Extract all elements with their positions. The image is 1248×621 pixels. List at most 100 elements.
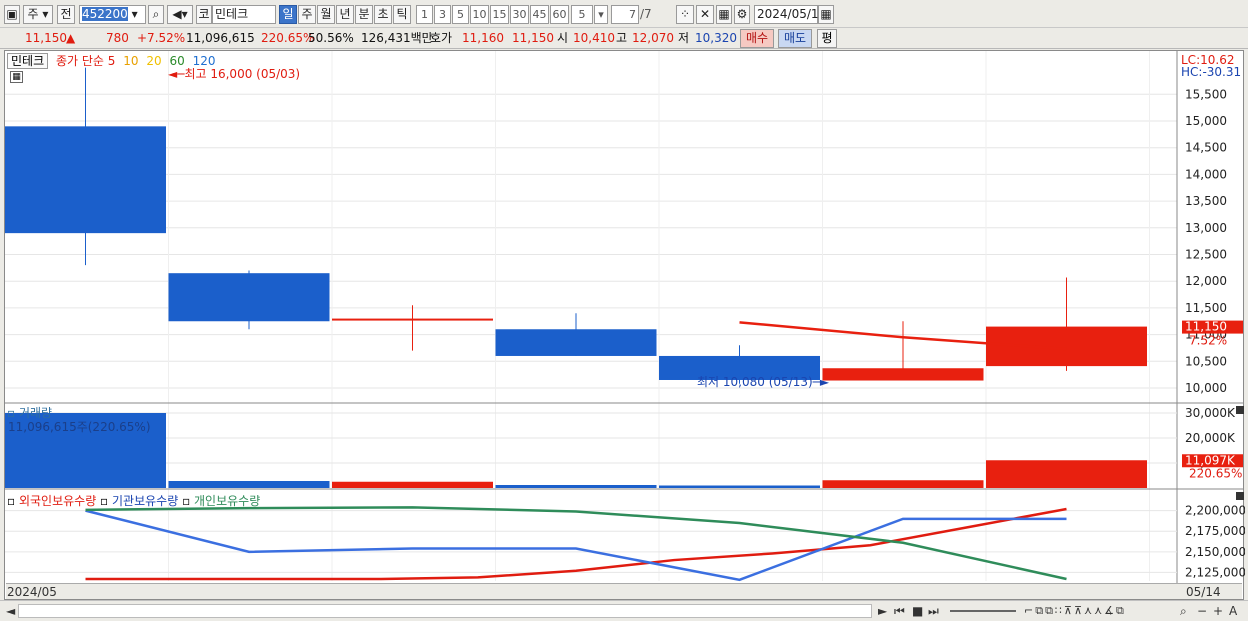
volume-bar[interactable] xyxy=(495,485,657,488)
zoom-search-icon[interactable]: ⌕ xyxy=(1180,604,1187,619)
page-field[interactable]: 7 xyxy=(611,5,639,24)
volume-bar[interactable] xyxy=(168,481,330,488)
drawing-tools-icon[interactable]: ⌐⧉⧉∷⊼⊼⋏⋏∡⧉ xyxy=(1024,604,1126,618)
stock-name-field[interactable]: 민테크 xyxy=(212,5,276,24)
zoom-out-icon[interactable]: − xyxy=(1197,604,1207,618)
window-icon[interactable]: ▣ xyxy=(4,5,20,24)
hc-label: HC:-30.31 xyxy=(1181,65,1242,79)
high-annotation: ◄─최고 16,000 (05/03) xyxy=(168,67,301,81)
turnover: 50.56% xyxy=(308,31,354,45)
count-field[interactable]: 5 xyxy=(571,5,593,24)
price-tick-label: 14,000 xyxy=(1185,167,1227,181)
minute-5[interactable]: 5 xyxy=(452,5,469,24)
minute-10[interactable]: 10 xyxy=(470,5,489,24)
table-icon[interactable]: ▦ xyxy=(10,71,23,83)
period-4[interactable]: 분 xyxy=(355,5,373,24)
current-price: 11,150 xyxy=(25,31,67,45)
candle-body[interactable] xyxy=(822,368,984,381)
price-tick-label: 12,500 xyxy=(1185,248,1227,262)
price-tick-label: 12,000 xyxy=(1185,274,1227,288)
date-field[interactable]: 2024/05/14 xyxy=(754,5,826,24)
period-5[interactable]: 초 xyxy=(374,5,392,24)
zoom-slider[interactable] xyxy=(950,610,1016,612)
x-axis-end: 05/14 xyxy=(1186,585,1221,599)
candle-body[interactable] xyxy=(332,318,493,321)
search-icon[interactable]: ⌕ xyxy=(148,5,164,24)
volume-detail: 11,096,615주(220.65%) xyxy=(8,420,151,434)
price-tick-label: 10,500 xyxy=(1185,354,1227,368)
stop-icon[interactable]: ■ xyxy=(912,604,923,618)
scroll-bar[interactable]: ◄ ► ⏮ ■ ⏭ ⌐⧉⧉∷⊼⊼⋏⋏∡⧉ ⌕ − + A xyxy=(0,600,1248,621)
crosshair-icon[interactable]: ✕ xyxy=(696,5,714,24)
market-badge: 코 xyxy=(196,5,212,24)
dots-icon[interactable]: ⁘ xyxy=(676,5,694,24)
change-rate: +7.52% xyxy=(137,31,186,45)
stock-label[interactable]: 민테크 xyxy=(7,53,49,69)
low-annotation: 최저 10,080 (05/13)─► xyxy=(697,375,830,389)
bid-price: 11,150 xyxy=(512,31,554,45)
minute-45[interactable]: 45 xyxy=(530,5,549,24)
zoom-in-icon[interactable]: + xyxy=(1213,604,1223,618)
scroll-left-icon[interactable]: ◄ xyxy=(6,604,15,618)
price-tick-label: 13,500 xyxy=(1185,194,1227,208)
period-6[interactable]: 틱 xyxy=(393,5,411,24)
candle-body[interactable] xyxy=(495,329,657,356)
period-0[interactable]: 일 xyxy=(279,5,297,24)
minute-3[interactable]: 3 xyxy=(434,5,451,24)
calendar-icon[interactable]: ▦ xyxy=(818,5,834,24)
minute-60[interactable]: 60 xyxy=(550,5,569,24)
open-label: 시 xyxy=(557,31,569,45)
buy-button[interactable]: 매수 xyxy=(740,29,774,48)
count-dropdown[interactable]: ▾ xyxy=(594,5,608,24)
text-tool-icon[interactable]: A xyxy=(1229,604,1237,618)
holding-tick-label: 2,150,000 xyxy=(1185,545,1245,559)
holding-panel-close-icon[interactable] xyxy=(1236,492,1244,500)
minute-15[interactable]: 15 xyxy=(490,5,509,24)
minute-30[interactable]: 30 xyxy=(510,5,529,24)
period-3[interactable]: 년 xyxy=(336,5,354,24)
scroll-right-icon[interactable]: ► xyxy=(878,604,887,618)
last-icon[interactable]: ⏭ xyxy=(928,604,939,619)
mode-label: 주 xyxy=(27,7,39,21)
last-rate-label: 7.52% xyxy=(1189,334,1227,348)
speaker-icon[interactable]: ◀▾ xyxy=(167,5,193,24)
volume-bar[interactable] xyxy=(659,485,820,489)
period-1[interactable]: 주 xyxy=(298,5,316,24)
gear-icon[interactable]: ⚙ xyxy=(734,5,750,24)
ask-label: 호가 xyxy=(430,31,453,45)
mode2-button[interactable]: 전 xyxy=(57,5,75,24)
code-value: 452200 xyxy=(82,7,128,21)
last-volume-label: 11,097K xyxy=(1185,453,1236,467)
mode-select[interactable]: 주 ▾ xyxy=(23,5,53,24)
save-icon[interactable]: ▦ xyxy=(716,5,732,24)
price-tick-label: 13,000 xyxy=(1185,221,1227,235)
holding-tick-label: 2,175,000 xyxy=(1185,524,1245,538)
first-icon[interactable]: ⏮ xyxy=(894,604,905,619)
volume-bar[interactable] xyxy=(822,480,984,488)
toolbar: ▣ 주 ▾ 전 452200 ▾ ⌕ ◀▾ 코 민테크 일 주 월 년 분 초 틱 1 3 5 10… xyxy=(0,0,1248,28)
volume-bar[interactable] xyxy=(332,481,493,488)
holding-legend: ▫ 외국인보유수량 ▫ 기관보유수량 ▫ 개인보유수량 xyxy=(7,494,261,508)
last-volume-rate: 220.65% xyxy=(1189,466,1242,480)
legend-retail: 개인보유수량 xyxy=(194,494,261,508)
volume-bar[interactable] xyxy=(986,460,1147,488)
candle-body[interactable] xyxy=(168,273,330,322)
ma10-label: 10 xyxy=(123,54,139,68)
minute-1[interactable]: 1 xyxy=(416,5,433,24)
period-2[interactable]: 월 xyxy=(317,5,335,24)
holding-tick-label: 2,200,000 xyxy=(1185,504,1245,518)
chart-area[interactable]: 15,500 15,000 14,500 14,000 13,500 13,000 12,5… xyxy=(4,50,1246,600)
trade-amount: 126,431백만 xyxy=(361,31,433,45)
candle-body[interactable] xyxy=(986,326,1147,367)
sell-button[interactable]: 매도 xyxy=(778,29,812,48)
high-note: 최고 16,000 (05/03) xyxy=(184,67,301,81)
up-arrow-icon: ▲ xyxy=(66,31,76,45)
volume-tick-label: 30,000K xyxy=(1185,406,1236,420)
volume-panel-close-icon[interactable] xyxy=(1236,406,1244,414)
eval-button[interactable]: 평 xyxy=(817,29,837,48)
scroll-track[interactable] xyxy=(18,604,872,618)
price-tick-label: 15,000 xyxy=(1185,114,1227,128)
candle-body[interactable] xyxy=(5,126,166,234)
code-input[interactable]: 452200 ▾ xyxy=(79,5,146,24)
volume: 11,096,615 xyxy=(186,31,255,45)
